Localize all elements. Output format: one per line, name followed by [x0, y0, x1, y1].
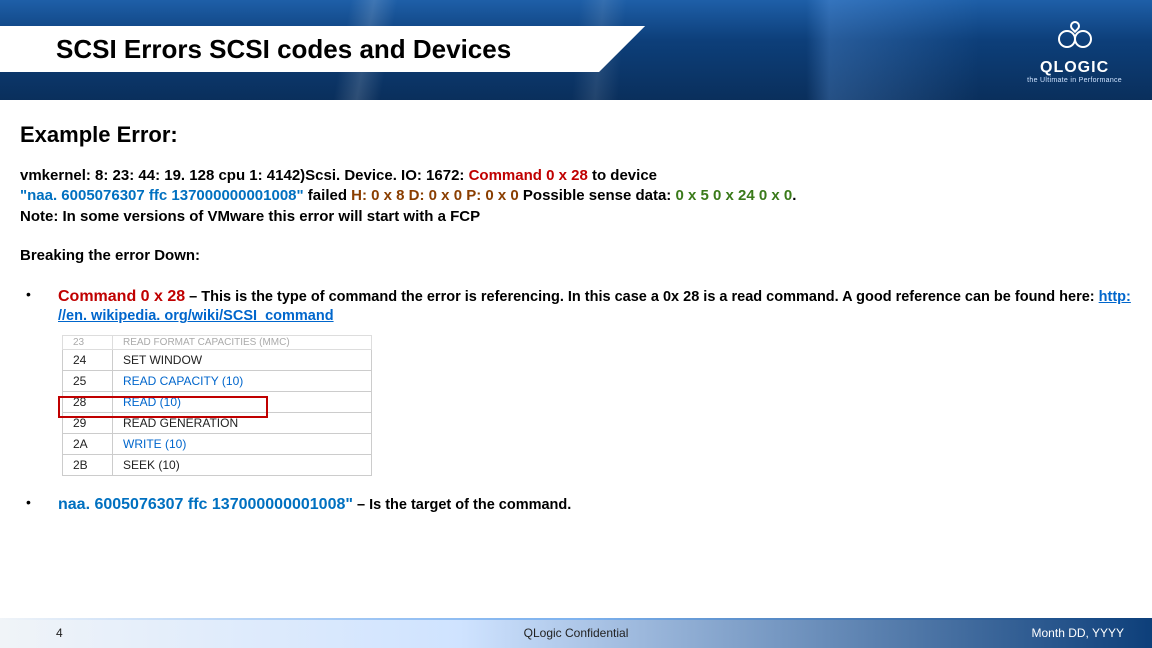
error-command: Command 0 x 28	[469, 167, 588, 184]
scsi-table-wrap: 23READ FORMAT CAPACITIES (MMC) 24SET WIN…	[20, 335, 380, 476]
bullet-1-body: Command 0 x 28 – This is the type of com…	[58, 286, 1132, 327]
table-row: 2A WRITE (10)	[63, 433, 372, 454]
slide-header: SCSI Errors SCSI codes and Devices QLOGI…	[0, 0, 1152, 100]
table-cell-code: 29	[63, 412, 113, 433]
qlogic-logo: QLOGIC the Ultimate in Performance	[1027, 24, 1122, 84]
bullet-2-text: – Is the target of the command.	[353, 497, 571, 513]
slide-content: Example Error: vmkernel: 8: 23: 44: 19. …	[0, 100, 1152, 516]
qlogic-logo-tagline: the Ultimate in Performance	[1027, 77, 1122, 84]
bullet-2-body: naa. 6005076307 ffc 137000000001008" – I…	[58, 494, 1132, 516]
table-link[interactable]: WRITE (10)	[123, 437, 186, 451]
page-number: 4	[56, 626, 63, 640]
error-note: Note: In some versions of VMware this er…	[20, 208, 480, 225]
table-cell-name: WRITE (10)	[113, 433, 372, 454]
footer-divider	[0, 618, 1152, 620]
bullet-marker: •	[20, 494, 58, 516]
table-cell-code: 24	[63, 349, 113, 370]
breaking-heading: Breaking the error Down:	[20, 247, 1132, 264]
table-cell-code: 23	[63, 335, 113, 349]
table-row: 2BSEEK (10)	[63, 454, 372, 475]
slide-title: SCSI Errors SCSI codes and Devices	[56, 34, 511, 65]
table-row: 24SET WINDOW	[63, 349, 372, 370]
error-prefix: vmkernel: 8: 23: 44: 19. 128 cpu 1: 4142…	[20, 167, 469, 184]
error-period: .	[792, 187, 796, 204]
error-mid1: to device	[588, 167, 657, 184]
error-sense: 0 x 5 0 x 24 0 x 0	[675, 187, 792, 204]
qlogic-logo-text: QLOGIC	[1027, 59, 1122, 77]
table-link[interactable]: READ (10)	[123, 395, 181, 409]
table-cell-name: SEEK (10)	[113, 454, 372, 475]
error-hdp: H: 0 x 8 D: 0 x 0 P: 0 x 0	[351, 187, 519, 204]
example-heading: Example Error:	[20, 122, 1132, 148]
table-cell-name: READ FORMAT CAPACITIES (MMC)	[113, 335, 372, 349]
table-cell-name: READ (10)	[113, 391, 372, 412]
table-row: 28 READ (10)	[63, 391, 372, 412]
table-cell-name: SET WINDOW	[113, 349, 372, 370]
table-row: 23READ FORMAT CAPACITIES (MMC)	[63, 335, 372, 349]
bullet-marker: •	[20, 286, 58, 327]
date-placeholder: Month DD, YYYY	[1032, 626, 1124, 640]
bullet-2: • naa. 6005076307 ffc 137000000001008" –…	[20, 494, 1132, 516]
table-cell-name: READ CAPACITY (10)	[113, 370, 372, 391]
table-link[interactable]: READ CAPACITY (10)	[123, 374, 243, 388]
example-error-block: vmkernel: 8: 23: 44: 19. 128 cpu 1: 4142…	[20, 166, 1132, 227]
table-cell-code: 28	[63, 391, 113, 412]
bullet-1-lead: Command 0 x 28	[58, 288, 185, 305]
table-row: 29READ GENERATION	[63, 412, 372, 433]
table-row: 25 READ CAPACITY (10)	[63, 370, 372, 391]
error-mid2: failed	[304, 187, 352, 204]
table-cell-name: READ GENERATION	[113, 412, 372, 433]
table-cell-code: 25	[63, 370, 113, 391]
table-cell-code: 2A	[63, 433, 113, 454]
error-mid3: Possible sense data:	[519, 187, 676, 204]
slide-footer: 4 QLogic Confidential Month DD, YYYY	[0, 618, 1152, 648]
bullet-1: • Command 0 x 28 – This is the type of c…	[20, 286, 1132, 327]
error-naa: "naa. 6005076307 ffc 137000000001008"	[20, 187, 304, 204]
qlogic-logo-icon	[1058, 24, 1092, 52]
scsi-command-table: 23READ FORMAT CAPACITIES (MMC) 24SET WIN…	[62, 335, 372, 476]
confidential-label: QLogic Confidential	[524, 626, 629, 640]
bullet-1-text: – This is the type of command the error …	[185, 289, 1099, 305]
bullet-2-lead: naa. 6005076307 ffc 137000000001008"	[58, 496, 353, 513]
table-cell-code: 2B	[63, 454, 113, 475]
